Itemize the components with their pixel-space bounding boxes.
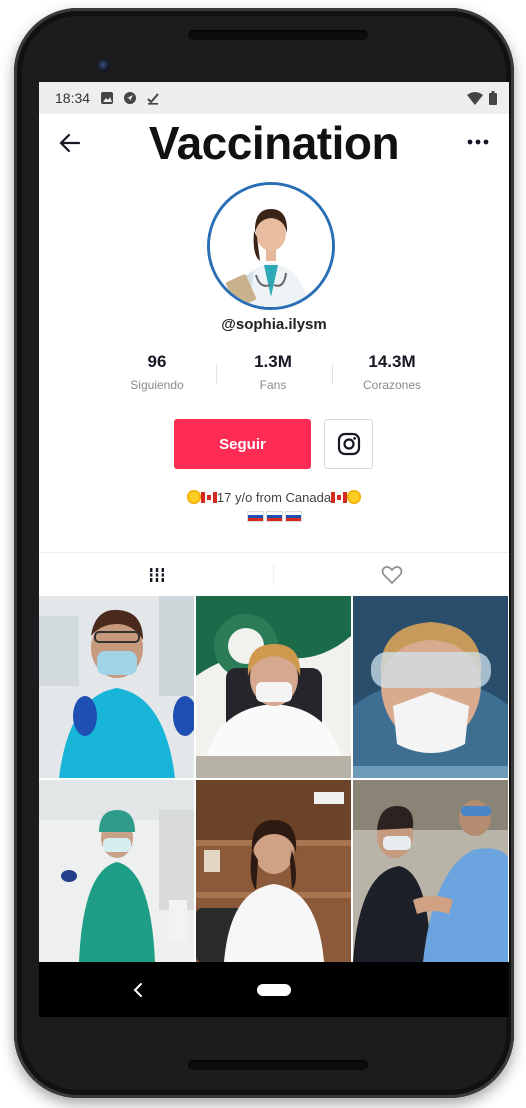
video-thumbnail[interactable]	[353, 780, 508, 962]
divider	[332, 364, 333, 384]
stat-following[interactable]: 96 Siguiendo	[102, 352, 212, 392]
tab-liked[interactable]	[274, 553, 509, 597]
stat-fans[interactable]: 1.3M Fans	[218, 352, 328, 392]
stats-row: 96 Siguiendo 1.3M Fans 14.3M Corazones	[39, 352, 509, 402]
avatar[interactable]	[207, 182, 335, 310]
stat-value: 1.3M	[254, 352, 292, 371]
video-thumbnail[interactable]	[39, 596, 194, 778]
stat-likes[interactable]: 14.3M Corazones	[337, 352, 447, 392]
bottom-speaker	[188, 1060, 368, 1070]
thumbnail-image	[196, 596, 351, 778]
grid-icon	[149, 568, 164, 582]
russia-flag-icon	[284, 511, 302, 522]
canada-flag-icon	[331, 492, 348, 503]
video-grid	[39, 596, 509, 962]
more-icon[interactable]	[465, 134, 491, 150]
video-thumbnail[interactable]	[353, 596, 508, 778]
top-speaker	[188, 30, 368, 40]
stat-label: Fans	[259, 378, 287, 392]
video-thumbnail[interactable]	[196, 596, 351, 778]
avatar-image	[210, 185, 332, 307]
stat-label: Corazones	[362, 378, 422, 392]
bio-text: 17 y/o from Canada	[216, 490, 332, 505]
video-thumbnail[interactable]	[196, 780, 351, 962]
phone-screen: 18:34 Vaccination @sophia.ilysm 96 Sigui…	[39, 82, 509, 1017]
stat-label: Siguiendo	[130, 378, 184, 392]
instagram-icon	[337, 432, 360, 456]
status-bar: 18:34	[39, 82, 509, 114]
download-done-icon	[147, 93, 159, 105]
thumbnail-image	[353, 596, 508, 778]
stat-value: 14.3M	[368, 352, 416, 371]
thumbnail-image	[39, 780, 194, 962]
heart-icon	[381, 566, 402, 585]
video-thumbnail[interactable]	[39, 780, 194, 962]
russia-flag-icon	[265, 511, 283, 522]
tab-videos[interactable]	[39, 553, 274, 597]
bio: 17 y/o from Canada	[39, 489, 509, 527]
thumbnail-image	[196, 780, 351, 962]
profile-header: Vaccination	[39, 114, 509, 172]
page-title: Vaccination	[148, 117, 400, 169]
stat-value: 96	[147, 352, 167, 371]
sun-emoji-icon	[347, 490, 362, 504]
content-tabs	[39, 552, 509, 596]
instagram-button[interactable]	[324, 419, 373, 469]
divider	[216, 364, 217, 384]
thumbnail-image	[39, 596, 194, 778]
follow-button[interactable]: Seguir	[174, 419, 311, 469]
sun-emoji-icon	[186, 490, 201, 504]
navigation-bar	[39, 962, 509, 1017]
status-time: 18:34	[55, 90, 91, 106]
nav-home-button[interactable]	[257, 984, 291, 996]
wifi-icon	[467, 91, 483, 105]
gallery-icon	[101, 92, 114, 104]
russia-flag-icon	[246, 511, 264, 522]
canada-flag-icon	[200, 492, 217, 503]
navigation-icon	[124, 92, 137, 104]
front-camera	[98, 60, 110, 72]
username: @sophia.ilysm	[221, 316, 327, 333]
nav-back-icon[interactable]	[129, 980, 149, 1000]
thumbnail-image	[353, 780, 508, 962]
battery-icon	[489, 91, 497, 105]
